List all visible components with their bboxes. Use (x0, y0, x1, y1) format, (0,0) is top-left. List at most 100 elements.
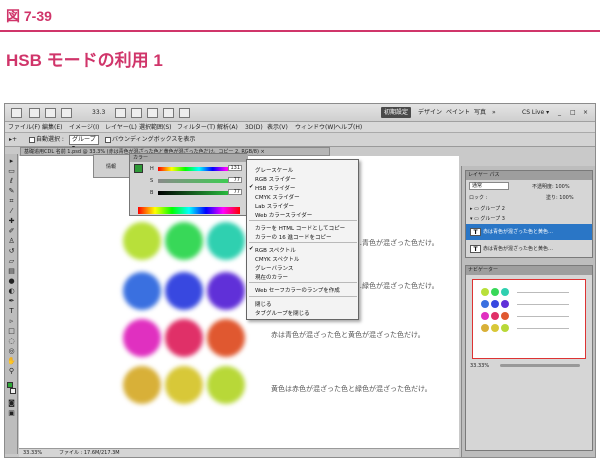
arrange-icon[interactable] (163, 108, 174, 118)
bridge-icon[interactable] (29, 108, 40, 118)
hand-tool-icon[interactable]: ✋ (7, 358, 16, 365)
flyout-item[interactable]: タブグループを閉じる (255, 309, 310, 317)
gradient-tool-icon[interactable]: ▤ (7, 268, 16, 275)
panel-dock: レイヤー パス 通常 不透明度: 100% ロック : 塗り: 100% ▸ ▭… (461, 166, 595, 457)
3d-camera-tool-icon[interactable]: ◎ (7, 348, 16, 355)
flyout-item[interactable]: CMYK スライダー (255, 193, 300, 201)
flyout-item[interactable]: Web カラースライダー (255, 211, 312, 219)
menu-help[interactable]: ヘルプ(H) (335, 123, 362, 132)
blend-mode-select[interactable]: 通常 (469, 182, 509, 190)
brightness-value[interactable]: 77 (228, 189, 242, 195)
layer-row[interactable]: ▸ ▭ グループ 2 (466, 204, 592, 214)
healing-tool-icon[interactable]: ✚ (7, 218, 16, 225)
flyout-item[interactable]: RGB スライダー (255, 175, 296, 183)
history-brush-tool-icon[interactable]: ↺ (7, 248, 16, 255)
rotate-icon[interactable] (147, 108, 158, 118)
menu-edit[interactable]: 編集(E) (42, 123, 62, 132)
flyout-item[interactable]: 現在のカラー (255, 273, 288, 281)
layer-row-selected[interactable]: T 赤は青色が混ざった色と黄色… (466, 224, 592, 240)
flyout-item[interactable]: Web セーフカラーのランプを作成 (255, 286, 340, 294)
marquee-tool-icon[interactable]: ▭ (7, 168, 16, 175)
figure-heading: HSB モードの利用 1 (6, 51, 163, 70)
flyout-item[interactable]: CMYK スペクトル (255, 255, 299, 263)
flyout-item[interactable]: HSB スライダー (255, 184, 295, 192)
opacity-field[interactable]: 不透明度: 100% (532, 183, 570, 190)
zoom-icon[interactable] (131, 108, 142, 118)
eyedropper-tool-icon[interactable]: ⁄ (7, 208, 16, 215)
layer-row[interactable]: T 赤は青色が混ざった色と黄色… (466, 241, 592, 257)
lasso-tool-icon[interactable]: ℓ (7, 178, 16, 185)
minibridge-icon[interactable] (45, 108, 56, 118)
maximize-icon[interactable]: □ (567, 107, 579, 118)
color-panel-title[interactable]: カラー (130, 154, 248, 162)
workspace-paint[interactable]: ペイント (443, 107, 473, 118)
flyout-item[interactable]: RGB スペクトル (255, 246, 296, 254)
path-select-tool-icon[interactable]: ▹ (7, 318, 16, 325)
screen-mode-icon[interactable]: ▣ (7, 410, 16, 417)
menu-3d[interactable]: 3D(D) (245, 123, 263, 132)
background-color-swatch[interactable] (10, 388, 16, 394)
menu-select[interactable]: 選択範囲(S) (139, 123, 172, 132)
navigator-zoom[interactable]: 33.33% (470, 363, 489, 369)
fill-field[interactable]: 塗り: 100% (546, 194, 574, 201)
cslive-button[interactable]: CS Live ▾ (519, 107, 552, 118)
minimize-icon[interactable]: _ (555, 107, 564, 118)
menu-window[interactable]: ウィンドウ(W) (295, 123, 336, 132)
workspace-design[interactable]: デザイン (415, 107, 445, 118)
move-tool-icon[interactable]: ▸+ (9, 136, 17, 144)
menu-layer[interactable]: レイヤー(L) (105, 123, 137, 132)
workspace-photo[interactable]: 写真 (471, 107, 489, 118)
menu-file[interactable]: ファイル(F) (8, 123, 40, 132)
close-icon[interactable]: × (580, 107, 591, 118)
quick-mask-icon[interactable]: ◙ (7, 400, 16, 407)
menu-view[interactable]: 表示(V) (267, 123, 288, 132)
menu-filter[interactable]: フィルター(T) (177, 123, 215, 132)
screen-mode-icon[interactable] (179, 108, 190, 118)
auto-select-option[interactable]: 自動選択 : (29, 136, 64, 144)
quick-select-tool-icon[interactable]: ✎ (7, 188, 16, 195)
hand-icon[interactable] (115, 108, 126, 118)
preview-circle (501, 324, 509, 332)
color-ramp[interactable] (138, 207, 240, 214)
workspace-more[interactable]: » (489, 107, 499, 118)
menu-image[interactable]: イメージ(I) (69, 123, 99, 132)
flyout-item[interactable]: グレースケール (255, 166, 293, 174)
zoom-menu[interactable]: 33.3 (89, 107, 108, 118)
hue-label: H (150, 166, 154, 172)
menu-separator (249, 220, 357, 221)
shape-tool-icon[interactable]: □ (7, 328, 16, 335)
stamp-tool-icon[interactable]: ♙ (7, 238, 16, 245)
navigator-zoom-slider[interactable] (500, 364, 580, 367)
pen-tool-icon[interactable]: ✒ (7, 298, 16, 305)
layers-panel-tabs[interactable]: レイヤー パス (466, 171, 592, 180)
color-panel-foreground-swatch[interactable] (134, 164, 143, 173)
hue-value[interactable]: 131 (228, 165, 242, 171)
eraser-tool-icon[interactable]: ▱ (7, 258, 16, 265)
navigator-preview[interactable] (472, 279, 586, 359)
bounding-box-option[interactable]: バウンディングボックスを表示 (105, 136, 195, 144)
type-tool-icon[interactable]: T (7, 308, 16, 315)
ps-logo-icon[interactable] (11, 108, 22, 118)
move-tool-icon[interactable]: ▸ (7, 158, 16, 165)
flyout-item[interactable]: カラーを HTML コードとしてコピー (255, 224, 345, 232)
crop-tool-icon[interactable]: ⌗ (7, 198, 16, 205)
navigator-title[interactable]: ナビゲーター (466, 266, 592, 275)
layer-row[interactable]: ▾ ▭ グループ 3 (466, 214, 592, 224)
3d-rotate-tool-icon[interactable]: ◌ (7, 338, 16, 345)
flyout-item[interactable]: カラーの 16 進コードをコピー (255, 233, 332, 241)
saturation-value[interactable]: 77 (228, 177, 242, 183)
blur-tool-icon[interactable]: ● (7, 278, 16, 285)
flyout-item[interactable]: グレーバランス (255, 264, 293, 272)
auto-select-target[interactable]: グループ ▾ (69, 135, 99, 151)
brush-tool-icon[interactable]: ✐ (7, 228, 16, 235)
workspace-essentials[interactable]: 初期設定 (381, 107, 412, 118)
menu-analysis[interactable]: 解析(A) (217, 123, 238, 132)
status-zoom[interactable]: 33.33% (23, 449, 42, 457)
color-circle (123, 272, 161, 310)
flyout-item[interactable]: Lab スライダー (255, 202, 294, 210)
dodge-tool-icon[interactable]: ◐ (7, 288, 16, 295)
info-panel-stub[interactable]: 情報 (93, 154, 131, 178)
view-extras-icon[interactable] (61, 108, 72, 118)
flyout-item[interactable]: 閉じる (255, 300, 272, 308)
zoom-tool-icon[interactable]: ⚲ (7, 368, 16, 375)
